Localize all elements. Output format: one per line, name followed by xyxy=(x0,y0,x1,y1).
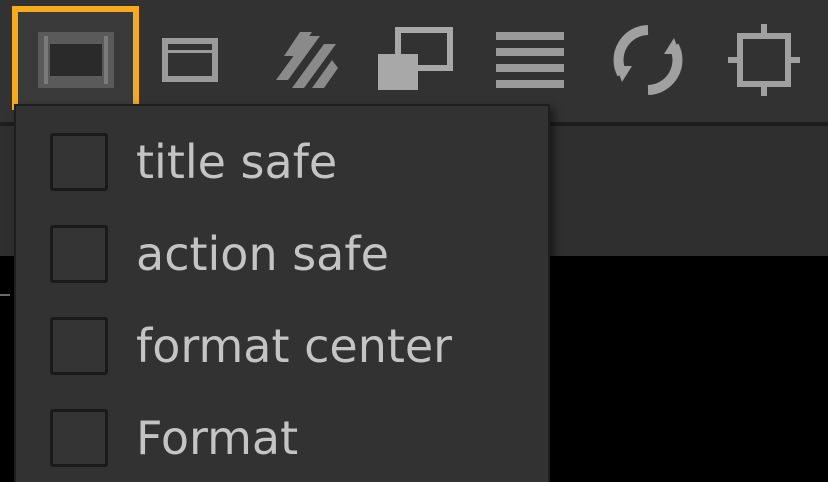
menu-item-format[interactable]: Format xyxy=(16,392,548,482)
menu-item-label: format center xyxy=(136,319,453,373)
action-safe-checkbox[interactable] xyxy=(50,225,108,283)
overlay-windows-icon xyxy=(374,26,454,94)
refresh-button[interactable] xyxy=(588,8,708,112)
title-safe-checkbox[interactable] xyxy=(50,133,108,191)
viewer-window: title safe action safe format center For… xyxy=(0,0,828,482)
format-checkbox[interactable] xyxy=(50,409,108,467)
overlay-options-menu: title safe action safe format center For… xyxy=(14,104,550,482)
menu-item-label: action safe xyxy=(136,227,389,281)
crosshair-button[interactable] xyxy=(704,8,824,112)
viewer-edge-marker xyxy=(0,294,10,296)
overlay-windows-button[interactable] xyxy=(354,8,474,112)
crosshair-icon xyxy=(726,22,802,98)
safe-area-overlay-button[interactable] xyxy=(16,8,136,112)
menu-item-format-center[interactable]: format center xyxy=(16,300,548,392)
frame-button[interactable] xyxy=(130,8,250,112)
menu-item-label: Format xyxy=(136,411,299,465)
stripes-icon xyxy=(272,28,340,92)
refresh-icon xyxy=(610,22,686,98)
lines-button[interactable] xyxy=(470,8,590,112)
menu-item-title-safe[interactable]: title safe xyxy=(16,116,548,208)
safe-area-overlay-icon xyxy=(34,28,118,92)
stripes-button[interactable] xyxy=(246,8,366,112)
menu-item-label: title safe xyxy=(136,135,338,189)
menu-item-action-safe[interactable]: action safe xyxy=(16,208,548,300)
lines-menu-icon xyxy=(494,28,566,92)
frame-icon xyxy=(162,38,218,82)
format-center-checkbox[interactable] xyxy=(50,317,108,375)
